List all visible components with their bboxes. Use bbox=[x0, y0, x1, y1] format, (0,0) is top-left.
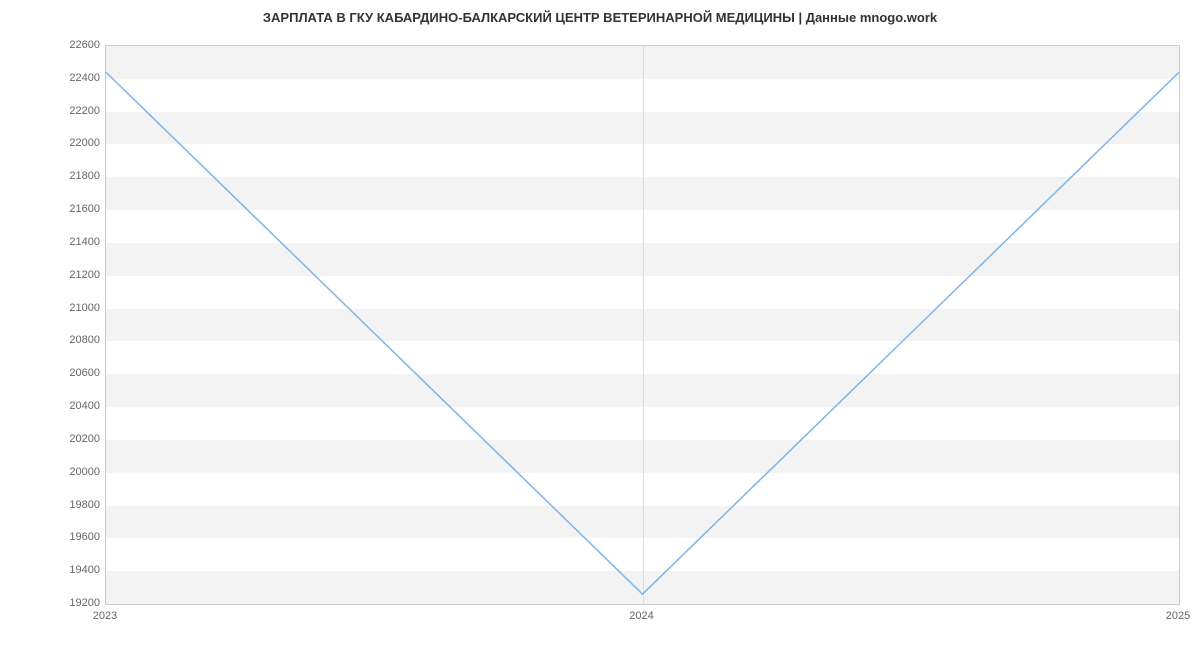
y-tick-label: 21400 bbox=[50, 236, 100, 248]
y-tick-label: 20200 bbox=[50, 433, 100, 445]
line-series bbox=[106, 46, 1179, 604]
x-tick-label: 2024 bbox=[629, 610, 653, 622]
y-tick-label: 22000 bbox=[50, 137, 100, 149]
y-tick-label: 21800 bbox=[50, 170, 100, 182]
x-tick-label: 2023 bbox=[93, 610, 117, 622]
y-tick-label: 22600 bbox=[50, 39, 100, 51]
y-tick-label: 21600 bbox=[50, 203, 100, 215]
y-tick-label: 20800 bbox=[50, 334, 100, 346]
y-tick-label: 19600 bbox=[50, 531, 100, 543]
x-tick-label: 2025 bbox=[1166, 610, 1190, 622]
y-tick-label: 21000 bbox=[50, 302, 100, 314]
y-tick-label: 21200 bbox=[50, 269, 100, 281]
chart-title: ЗАРПЛАТА В ГКУ КАБАРДИНО-БАЛКАРСКИЙ ЦЕНТ… bbox=[0, 10, 1200, 25]
y-tick-label: 19200 bbox=[50, 597, 100, 609]
y-tick-label: 19800 bbox=[50, 499, 100, 511]
chart-container: ЗАРПЛАТА В ГКУ КАБАРДИНО-БАЛКАРСКИЙ ЦЕНТ… bbox=[0, 0, 1200, 650]
y-tick-label: 19400 bbox=[50, 564, 100, 576]
plot-area bbox=[105, 45, 1180, 605]
y-tick-label: 22200 bbox=[50, 105, 100, 117]
y-tick-label: 20000 bbox=[50, 466, 100, 478]
y-tick-label: 20600 bbox=[50, 367, 100, 379]
data-line bbox=[106, 72, 1179, 594]
y-tick-label: 22400 bbox=[50, 72, 100, 84]
y-tick-label: 20400 bbox=[50, 400, 100, 412]
